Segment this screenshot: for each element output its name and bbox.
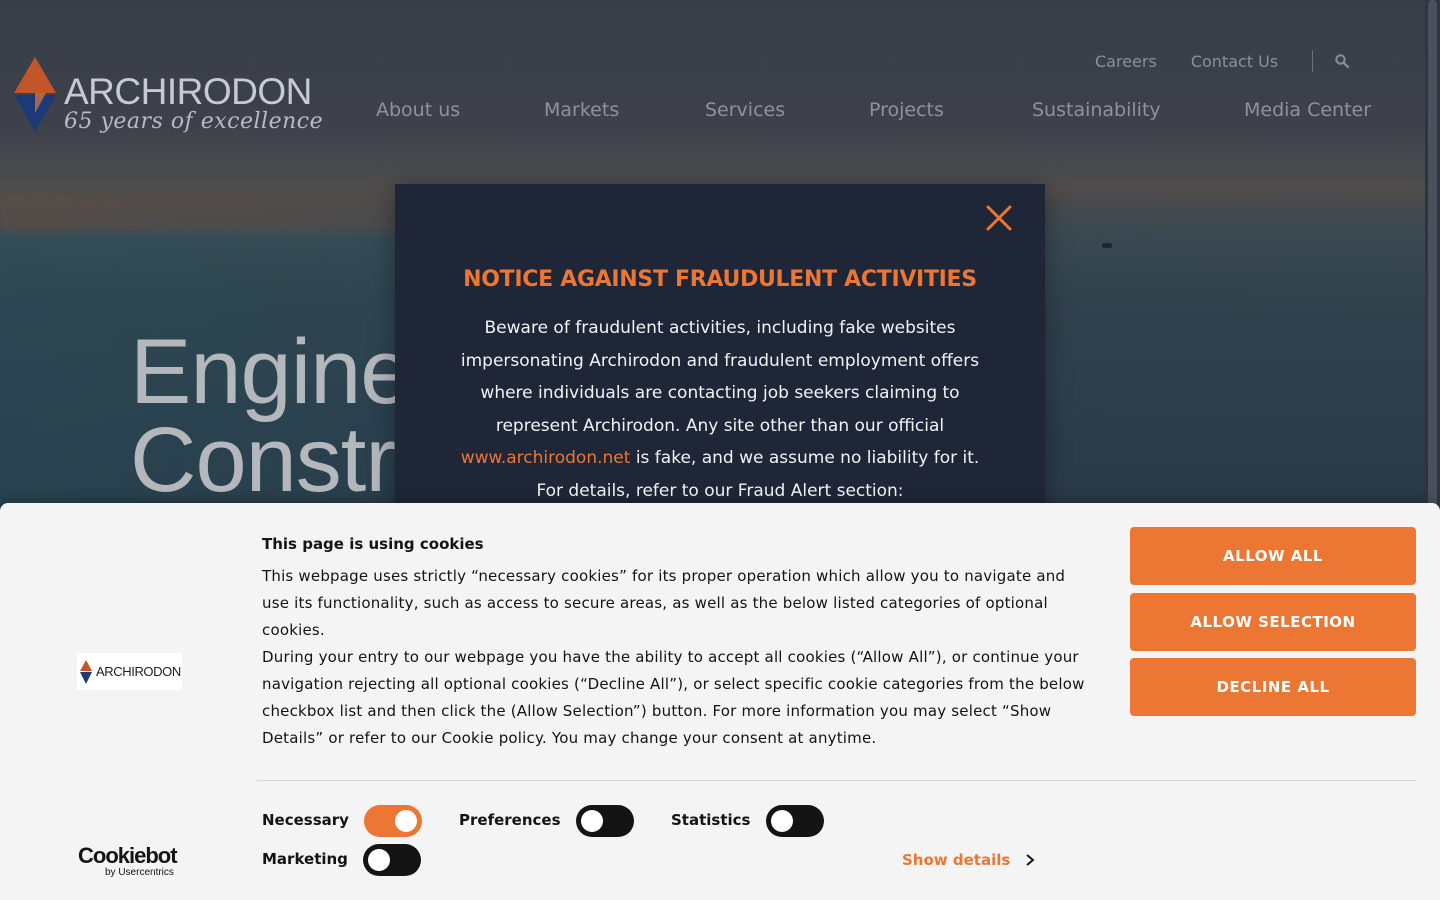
nav-about-us[interactable]: About us — [376, 99, 460, 121]
cookie-description: This webpage uses strictly “necessary co… — [262, 563, 1092, 752]
cookiebot-wordmark: Cookiebot — [78, 843, 178, 868]
logo-diamond-icon — [80, 659, 92, 684]
careers-link[interactable]: Careers — [1095, 52, 1157, 71]
cookiebot-logo[interactable]: Cookiebot by Usercentrics — [78, 843, 178, 879]
search-icon[interactable] — [1335, 53, 1351, 69]
cookie-banner: ARCHIRODON Cookiebot by Usercentrics Thi… — [0, 503, 1440, 900]
boat — [1102, 243, 1112, 248]
cookiebot-subtitle: by Usercentrics — [105, 867, 174, 878]
decline-all-button[interactable]: DECLINE ALL — [1130, 658, 1416, 716]
necessary-label: Necessary — [262, 811, 349, 829]
fraud-notice-title: NOTICE AGAINST FRAUDULENT ACTIVITIES — [463, 267, 977, 292]
official-site-link[interactable]: www.archirodon.net — [461, 448, 631, 468]
toggle-knob — [581, 810, 603, 832]
util-nav-divider — [1312, 50, 1314, 72]
necessary-toggle[interactable] — [364, 805, 422, 837]
toggle-knob — [368, 849, 390, 871]
preferences-toggle[interactable] — [576, 805, 634, 837]
cookie-heading: This page is using cookies — [262, 535, 484, 553]
allow-all-button[interactable]: ALLOW ALL — [1130, 527, 1416, 585]
contact-us-link[interactable]: Contact Us — [1191, 52, 1278, 71]
fraud-notice-modal: NOTICE AGAINST FRAUDULENT ACTIVITIES Bew… — [395, 184, 1045, 514]
nav-projects[interactable]: Projects — [869, 99, 944, 121]
cookie-logo-wordmark: ARCHIRODON — [96, 664, 181, 679]
preferences-label: Preferences — [459, 811, 561, 829]
statistics-label: Statistics — [671, 811, 751, 829]
logo-wordmark: ARCHIRODON — [64, 71, 312, 112]
logo-diamond-icon — [14, 57, 56, 132]
nav-media-center[interactable]: Media Center — [1244, 99, 1371, 121]
toggle-knob — [395, 810, 417, 832]
show-details-label: Show details — [902, 851, 1011, 869]
allow-selection-button[interactable]: ALLOW SELECTION — [1130, 593, 1416, 651]
nav-services[interactable]: Services — [705, 99, 785, 121]
chevron-right-icon — [1026, 854, 1035, 866]
fraud-notice-body: Beware of fraudulent activities, includi… — [450, 312, 990, 507]
nav-sustainability[interactable]: Sustainability — [1032, 99, 1161, 121]
cookie-divider — [257, 780, 1416, 781]
cookie-paragraph-1: This webpage uses strictly “necessary co… — [262, 567, 1066, 639]
utility-nav: Careers Contact Us — [1095, 50, 1351, 72]
show-details-link[interactable]: Show details — [902, 851, 1036, 869]
nav-markets[interactable]: Markets — [544, 99, 619, 121]
close-icon[interactable] — [984, 203, 1014, 233]
fraud-notice-text: Beware of fraudulent activities, includi… — [460, 318, 980, 436]
toggle-knob — [771, 810, 793, 832]
statistics-toggle[interactable] — [766, 805, 824, 837]
marketing-label: Marketing — [262, 850, 348, 868]
cookie-paragraph-2: During your entry to our webpage you hav… — [262, 648, 1085, 747]
cookie-banner-logo: ARCHIRODON — [77, 653, 182, 690]
logo-tagline: 65 years of excellence — [64, 109, 324, 134]
site-logo[interactable]: ARCHIRODON 65 years of excellence — [12, 55, 323, 150]
marketing-toggle[interactable] — [363, 844, 421, 876]
